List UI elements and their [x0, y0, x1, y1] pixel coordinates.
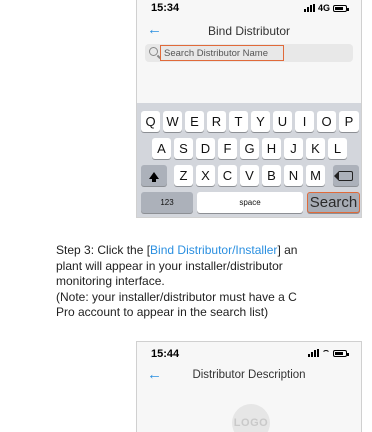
delete-key[interactable] — [333, 165, 359, 186]
key-t[interactable]: T — [229, 111, 248, 132]
instruction-line-5: Pro account to appear in the search list… — [56, 305, 269, 319]
key-k[interactable]: K — [306, 138, 325, 159]
numbers-key[interactable]: 123 — [141, 192, 193, 213]
shift-key[interactable] — [141, 165, 167, 186]
signal-icon — [308, 349, 319, 357]
instruction-line-2: plant will appear in your installer/dist… — [56, 258, 283, 273]
search-icon — [149, 47, 158, 56]
status-bar: 15:34 4G — [137, 0, 361, 18]
key-c[interactable]: C — [218, 165, 237, 186]
page-title: Bind Distributor — [207, 24, 291, 38]
key-v[interactable]: V — [240, 165, 259, 186]
key-b[interactable]: B — [262, 165, 281, 186]
space-key[interactable]: space — [197, 192, 303, 213]
nav-bar: ← Bind Distributor — [137, 18, 361, 44]
key-j[interactable]: J — [284, 138, 303, 159]
key-o[interactable]: O — [317, 111, 336, 132]
key-x[interactable]: X — [196, 165, 215, 186]
key-g[interactable]: G — [240, 138, 259, 159]
status-time: 15:44 — [151, 348, 180, 360]
bind-distributor-link: Bind Distributor/Installer — [150, 243, 278, 257]
instruction-line-1: Step 3: Click the [Bind Distributor/Inst… — [56, 243, 298, 257]
distributor-logo: LOGO — [232, 404, 270, 432]
key-u[interactable]: U — [273, 111, 292, 132]
signal-icon — [303, 4, 315, 12]
search-bar[interactable] — [145, 44, 353, 62]
page-title: Distributor Description — [192, 369, 306, 381]
key-e[interactable]: E — [185, 111, 204, 132]
instruction-line-4: (Note: your installer/distributor must h… — [56, 289, 297, 304]
key-n[interactable]: N — [284, 165, 303, 186]
key-f[interactable]: F — [218, 138, 237, 159]
search-key[interactable]: Search — [307, 192, 360, 213]
phone-screen-distributor-description: 15:44 ← Distributor Description LOGO — [136, 341, 362, 432]
key-d[interactable]: D — [196, 138, 215, 159]
status-indicators: 4G — [303, 3, 349, 13]
key-l[interactable]: L — [328, 138, 347, 159]
phone-screen-bind-distributor: 15:34 4G ← Bind Distributor Q W E R T Y … — [136, 0, 362, 218]
shift-icon — [149, 172, 159, 182]
key-i[interactable]: I — [295, 111, 314, 132]
instruction-line-3: monitoring interface. — [56, 274, 165, 288]
key-w[interactable]: W — [163, 111, 182, 132]
key-q[interactable]: Q — [141, 111, 160, 132]
key-m[interactable]: M — [306, 165, 325, 186]
battery-icon — [333, 4, 349, 12]
key-s[interactable]: S — [174, 138, 193, 159]
status-indicators — [308, 349, 349, 357]
on-screen-keyboard: Q W E R T Y U I O P A S D F G H J K L Z … — [137, 103, 361, 217]
key-a[interactable]: A — [152, 138, 171, 159]
key-r[interactable]: R — [207, 111, 226, 132]
instruction-text: Step 3: Click the [Bind Distributor/Inst… — [56, 243, 372, 321]
network-type: 4G — [317, 3, 330, 13]
key-p[interactable]: P — [339, 111, 359, 132]
search-input[interactable] — [160, 45, 284, 61]
key-y[interactable]: Y — [251, 111, 270, 132]
status-bar: 15:44 — [137, 342, 361, 364]
key-h[interactable]: H — [262, 138, 281, 159]
status-time: 15:34 — [151, 2, 180, 14]
battery-icon — [333, 349, 349, 357]
wifi-icon — [322, 350, 330, 356]
backspace-icon — [334, 171, 353, 181]
nav-bar: ← Distributor Description — [137, 364, 361, 388]
key-z[interactable]: Z — [174, 165, 193, 186]
